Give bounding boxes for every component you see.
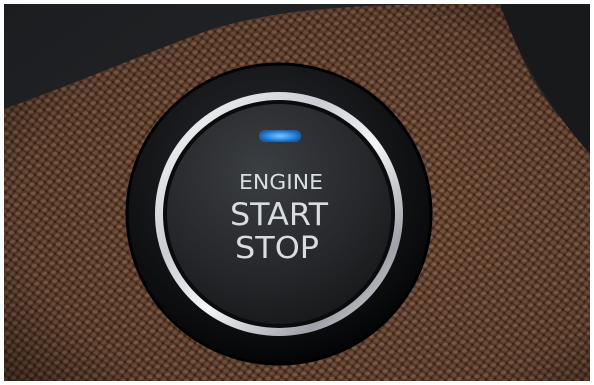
engine-start-stop-photo: ENGINE START STOP (4, 4, 590, 381)
photo-scene: ENGINE START STOP (0, 0, 594, 385)
label-start: START (230, 197, 329, 233)
status-indicator-light (259, 130, 301, 142)
label-engine: ENGINE (239, 170, 323, 194)
label-stop: STOP (235, 231, 319, 266)
